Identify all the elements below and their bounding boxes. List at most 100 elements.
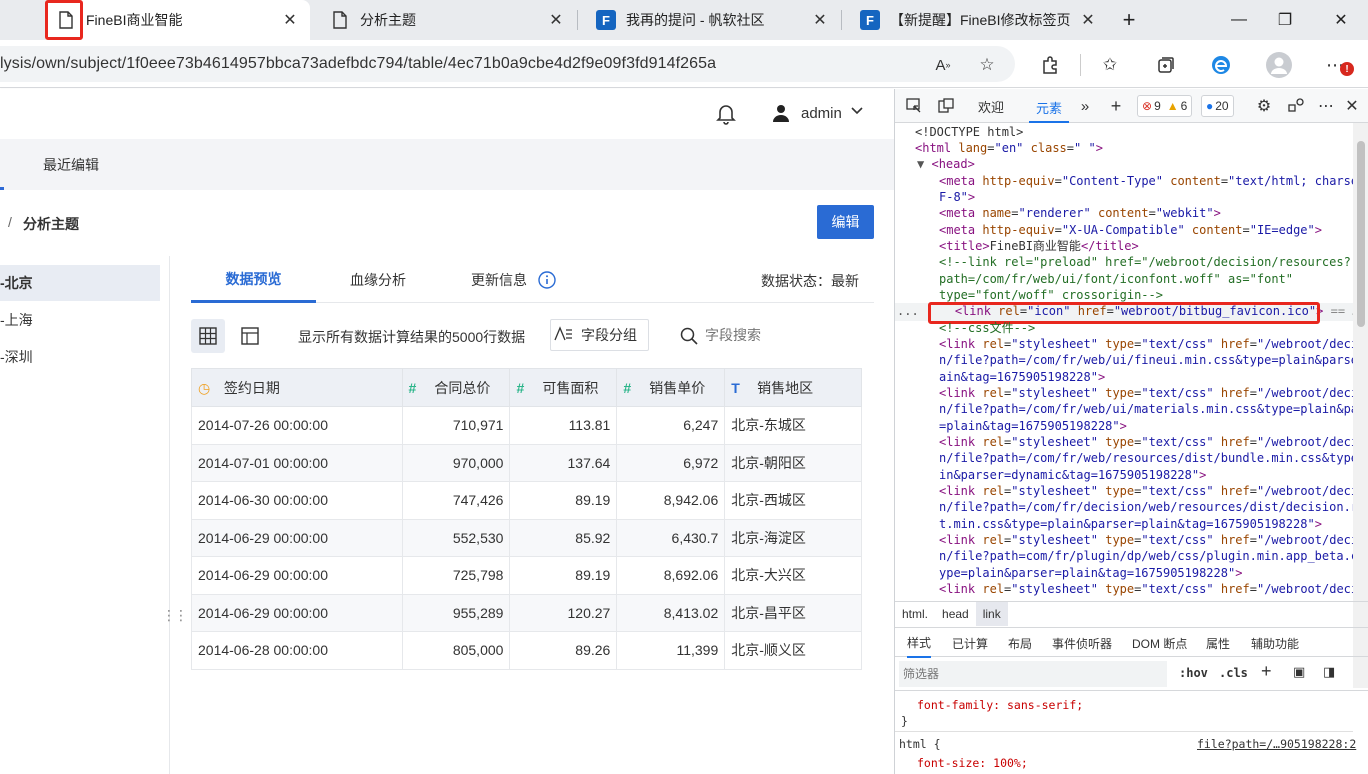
table-row[interactable]: 2014-06-29 00:00:00 955,289 120.27 8,413.02… <box>191 593 862 632</box>
table-cell[interactable]: 85.92 <box>509 518 618 557</box>
table-cell[interactable]: 89.19 <box>509 481 618 520</box>
table-cell[interactable]: 北京-顺义区 <box>724 631 862 670</box>
table-row[interactable]: 2014-06-30 00:00:00 747,426 89.19 8,942.06 北… <box>191 481 862 520</box>
edge-icon[interactable] <box>1208 52 1234 78</box>
dom-scrollbar-thumb[interactable] <box>1357 141 1365 327</box>
new-tab-button[interactable]: + <box>1106 0 1152 40</box>
more-tabs-icon[interactable]: » <box>1075 94 1095 118</box>
tab-event-listeners[interactable]: 事件侦听器 <box>1052 628 1112 658</box>
table-cell[interactable]: 120.27 <box>509 593 618 632</box>
collections-icon[interactable] <box>1153 52 1179 78</box>
dom-node[interactable]: <link rel="stylesheet" type="text/css" h… <box>939 483 1355 499</box>
table-cell[interactable]: 北京-朝阳区 <box>724 443 862 482</box>
bell-icon[interactable] <box>716 103 736 128</box>
column-header[interactable]: # 销售单价 <box>616 368 726 407</box>
table-cell[interactable]: 6,247 <box>616 406 726 445</box>
field-group-button[interactable]: 字段分组 <box>550 319 649 351</box>
breadcrumb-current[interactable]: 分析主题 <box>23 214 79 234</box>
extensions-icon[interactable] <box>1037 52 1063 78</box>
table-cell[interactable]: 8,692.06 <box>616 556 726 595</box>
more-options-icon[interactable]: ⋯ <box>1315 94 1337 118</box>
tab-analysis[interactable]: 分析主题 ✕ <box>320 0 576 40</box>
table-cell[interactable]: 725,798 <box>401 556 511 595</box>
dom-node[interactable]: <link rel="stylesheet" type="text/css" h… <box>939 434 1355 450</box>
dom-node[interactable]: <link rel="stylesheet" type="text/css" h… <box>939 385 1355 401</box>
tab-properties[interactable]: 属性 <box>1206 628 1230 658</box>
dom-node[interactable]: <html lang="en" class=" "> <box>915 140 1355 156</box>
dom-node[interactable]: <title>FineBI商业智能</title> <box>939 238 1355 254</box>
column-header[interactable]: # 可售面积 <box>509 368 618 407</box>
tab-dom-breakpoints[interactable]: DOM 断点 <box>1132 628 1187 658</box>
table-cell[interactable]: 北京-东城区 <box>724 406 862 445</box>
favorites-icon[interactable]: ✩ <box>1097 52 1123 78</box>
table-cell[interactable]: 710,971 <box>401 406 511 445</box>
dom-node[interactable]: <link rel="stylesheet" type="text/css" h… <box>939 532 1355 548</box>
table-cell[interactable]: 2014-06-28 00:00:00 <box>191 631 403 670</box>
css-declaration[interactable]: font-family: sans-serif; <box>917 698 1368 712</box>
dom-node[interactable]: <link rel="stylesheet" type="text/css" h… <box>939 336 1355 352</box>
column-header[interactable]: ◷ 签约日期 <box>191 368 403 407</box>
tab-community[interactable]: F 我再的提问 - 帆软社区 ✕ <box>586 0 840 40</box>
css-source-link[interactable]: file?path=/…905198228:2 <box>1197 737 1357 751</box>
dom-node[interactable]: <meta name="renderer" content="webkit"> <box>939 205 1355 221</box>
node-menu-icon[interactable]: ... <box>897 304 919 318</box>
message-counter[interactable]: ● 20 <box>1201 95 1234 117</box>
tab-data-preview[interactable]: 数据预览 <box>191 257 316 303</box>
table-row[interactable]: 2014-06-29 00:00:00 552,530 85.92 6,430.7 北京… <box>191 518 862 557</box>
dom-node[interactable]: <!--link rel="preload" href="/webroot/de… <box>939 254 1355 270</box>
table-cell[interactable]: 北京-大兴区 <box>724 556 862 595</box>
resize-handle-icon[interactable]: ⋮⋮ <box>162 607 188 624</box>
styles-filter-input[interactable] <box>899 661 1167 687</box>
chevron-down-icon[interactable] <box>850 103 864 120</box>
table-cell[interactable]: 6,430.7 <box>616 518 726 557</box>
table-row[interactable]: 2014-06-29 00:00:00 725,798 89.19 8,692.06 北… <box>191 556 862 595</box>
profile-avatar-icon[interactable] <box>1266 52 1292 78</box>
dom-node[interactable]: <!DOCTYPE html> <box>915 124 1355 140</box>
table-cell[interactable]: 113.81 <box>509 406 618 445</box>
minimize-button[interactable]: — <box>1216 0 1262 40</box>
element-state-icon[interactable]: ▣ <box>1293 664 1305 680</box>
close-icon[interactable]: ✕ <box>1078 10 1098 30</box>
new-rule-icon[interactable]: + <box>1261 661 1272 682</box>
close-window-button[interactable]: ✕ <box>1318 0 1364 40</box>
tab-styles[interactable]: 样式 <box>907 628 932 658</box>
tab-finebi[interactable]: FineBI商业智能 ✕ <box>46 0 310 40</box>
table-cell[interactable]: 北京-昌平区 <box>724 593 862 632</box>
restore-button[interactable]: ❐ <box>1262 0 1308 40</box>
info-icon[interactable] <box>538 271 556 292</box>
list-item[interactable]: 表-深圳 <box>0 339 160 375</box>
device-emulation-icon[interactable] <box>935 94 957 118</box>
issue-counter[interactable]: ⊗ 9 ▲ 6 <box>1137 95 1193 117</box>
table-cell[interactable]: 2014-06-29 00:00:00 <box>191 593 403 632</box>
tab-accessibility[interactable]: 辅助功能 <box>1251 628 1299 658</box>
css-declaration[interactable]: font-size: 100%; <box>917 756 1368 770</box>
table-row[interactable]: 2014-07-01 00:00:00 970,000 137.64 6,972 北京-… <box>191 443 862 482</box>
close-icon[interactable]: ✕ <box>280 10 300 30</box>
dom-node[interactable]: ▼ <head> <box>917 156 1355 172</box>
subnav-recent-edit[interactable]: 最近编辑 <box>43 155 99 175</box>
column-header[interactable]: T 销售地区 <box>724 368 862 407</box>
address-bar[interactable]: lysis/own/subject/1f0eee73b4614957bbca73… <box>0 46 1015 82</box>
field-search-input[interactable] <box>705 321 865 349</box>
table-cell[interactable]: 8,942.06 <box>616 481 726 520</box>
connection-icon[interactable] <box>1285 94 1307 118</box>
devtools-tab-welcome[interactable]: 欢迎 <box>973 94 1009 118</box>
inspect-element-icon[interactable] <box>903 94 925 118</box>
table-cell[interactable]: 北京-西城区 <box>724 481 862 520</box>
table-cell[interactable]: 11,399 <box>616 631 726 670</box>
dom-crumb-head[interactable]: head <box>935 602 976 626</box>
table-cell[interactable]: 2014-07-01 00:00:00 <box>191 443 403 482</box>
table-cell[interactable]: 955,289 <box>401 593 511 632</box>
add-tab-icon[interactable]: + <box>1105 94 1127 118</box>
dom-node[interactable]: <!--css文件--> <box>939 320 1355 336</box>
table-cell[interactable]: 2014-06-29 00:00:00 <box>191 518 403 557</box>
dom-node[interactable]: <meta http-equiv="Content-Type" content=… <box>939 173 1355 189</box>
settings-gear-icon[interactable]: ⚙ <box>1253 94 1275 118</box>
table-row[interactable]: 2014-06-28 00:00:00 805,000 89.26 11,399 北京-… <box>191 631 862 670</box>
tab-layout[interactable]: 布局 <box>1008 628 1032 658</box>
table-cell[interactable]: 8,413.02 <box>616 593 726 632</box>
layout-view-icon[interactable] <box>233 319 267 353</box>
devtools-tab-elements[interactable]: 元素 <box>1029 94 1069 123</box>
grid-view-icon[interactable] <box>191 319 225 353</box>
table-cell[interactable]: 2014-06-30 00:00:00 <box>191 481 403 520</box>
